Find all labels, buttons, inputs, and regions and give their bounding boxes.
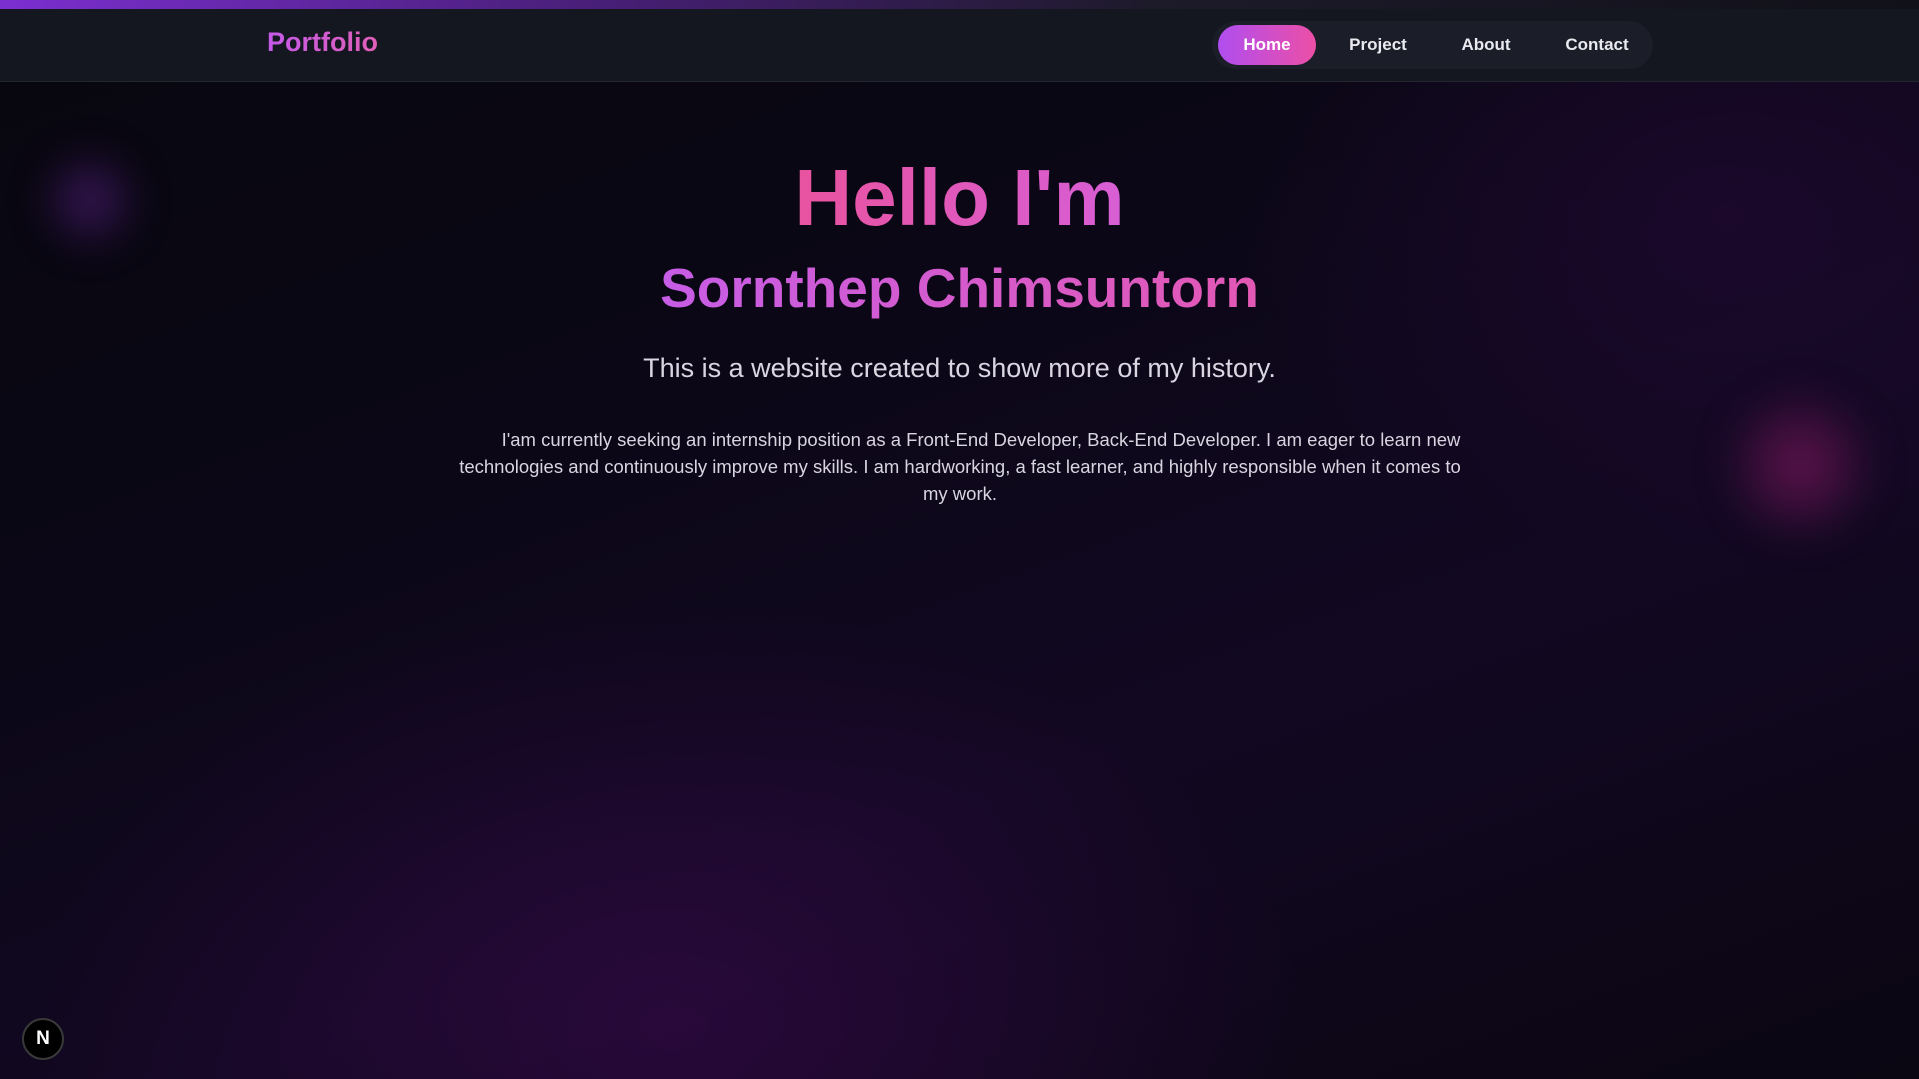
nav-item-home[interactable]: Home [1218,25,1316,65]
nav-item-about[interactable]: About [1437,25,1535,65]
nav-item-project[interactable]: Project [1329,25,1427,65]
decorative-glow-right [1725,390,1875,540]
hero-intro-paragraph: I'am currently seeking an internship pos… [459,429,1461,504]
hero-name: Sornthep Chimsuntorn [660,257,1259,319]
top-accent-bar [0,0,1919,9]
brand-logo[interactable]: Portfolio [267,27,378,58]
nav-menu: Home Project About Contact [1212,21,1653,69]
hero-tagline: This is a website created to show more o… [643,353,1276,383]
nav-item-contact[interactable]: Contact [1547,25,1647,65]
navbar: Portfolio Home Project About Contact [0,9,1919,82]
nextjs-icon[interactable]: N [22,1018,64,1060]
hero-greeting: Hello I'm [794,153,1125,242]
